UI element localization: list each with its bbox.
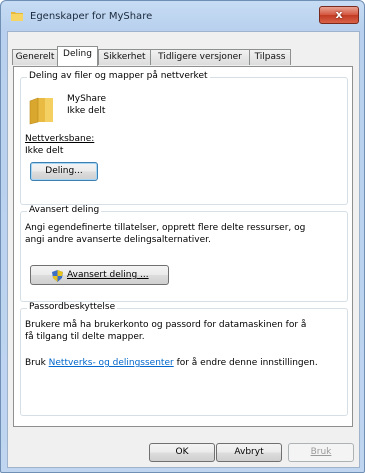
password-protection-group: Passordbeskyttelse Brukere må ha brukerk… <box>20 302 348 416</box>
window-title: Egenskaper for MyShare <box>30 11 153 22</box>
advanced-sharing-group: Avansert deling Angi egendefinerte tilla… <box>20 205 348 302</box>
tab-security[interactable]: Sikkerhet <box>98 49 151 65</box>
network-sharing-center-link[interactable]: Nettverks- og delingssenter <box>49 358 174 368</box>
group-title: Avansert deling <box>27 205 102 215</box>
tab-general[interactable]: Generelt <box>12 49 58 65</box>
hint-prefix: Bruk <box>25 358 49 368</box>
password-description-line2: få tilgang til delte mapper. <box>25 332 145 342</box>
shared-folder-icon <box>29 97 53 125</box>
cancel-button[interactable]: Avbryt <box>216 443 282 462</box>
network-path-label: Nettverksbane: <box>25 134 95 144</box>
advanced-sharing-button[interactable]: Avansert deling ... <box>30 265 169 285</box>
advanced-sharing-label: Avansert deling ... <box>67 270 149 280</box>
shield-icon <box>52 270 63 282</box>
close-icon: x <box>335 8 343 21</box>
network-sharing-group: Deling av filer og mapper på nettverket … <box>20 71 348 205</box>
password-description-line1: Brukere må ha brukerkonto og passord for… <box>25 320 307 330</box>
hint-suffix: for å endre denne innstillingen. <box>173 358 318 368</box>
tab-customize[interactable]: Tilpass <box>249 49 291 65</box>
tab-sharing[interactable]: Deling <box>57 46 98 66</box>
network-path-value: Ikke delt <box>25 146 64 156</box>
advanced-description-line2: angi andre avanserte delingsalternativer… <box>25 235 211 245</box>
folder-name: MyShare <box>67 94 107 104</box>
group-title: Deling av filer og mapper på nettverket <box>27 71 210 81</box>
title-bar[interactable]: Egenskaper for MyShare x <box>1 1 364 31</box>
folder-icon <box>11 12 23 21</box>
ok-button[interactable]: OK <box>149 443 215 462</box>
password-hint: Bruk Nettverks- og delingssenter for å e… <box>25 358 318 368</box>
folder-status: Ikke delt <box>67 106 106 116</box>
properties-dialog: Egenskaper for MyShare x Generelt Deling… <box>0 0 365 473</box>
sharing-panel: Deling av filer og mapper på nettverket … <box>13 66 353 427</box>
dialog-client-area: Generelt Deling Sikkerhet Tidligere vers… <box>7 31 360 468</box>
advanced-description-line1: Angi egendefinerte tillatelser, opprett … <box>25 223 306 233</box>
apply-label: Bruk <box>310 447 332 457</box>
share-button[interactable]: Deling... <box>30 162 98 181</box>
group-title: Passordbeskyttelse <box>27 302 118 312</box>
tab-previous-versions[interactable]: Tidligere versjoner <box>150 49 250 65</box>
apply-button[interactable]: Bruk <box>288 443 354 462</box>
close-button[interactable]: x <box>319 6 359 24</box>
tab-strip: Generelt Deling Sikkerhet Tidligere vers… <box>8 45 359 67</box>
